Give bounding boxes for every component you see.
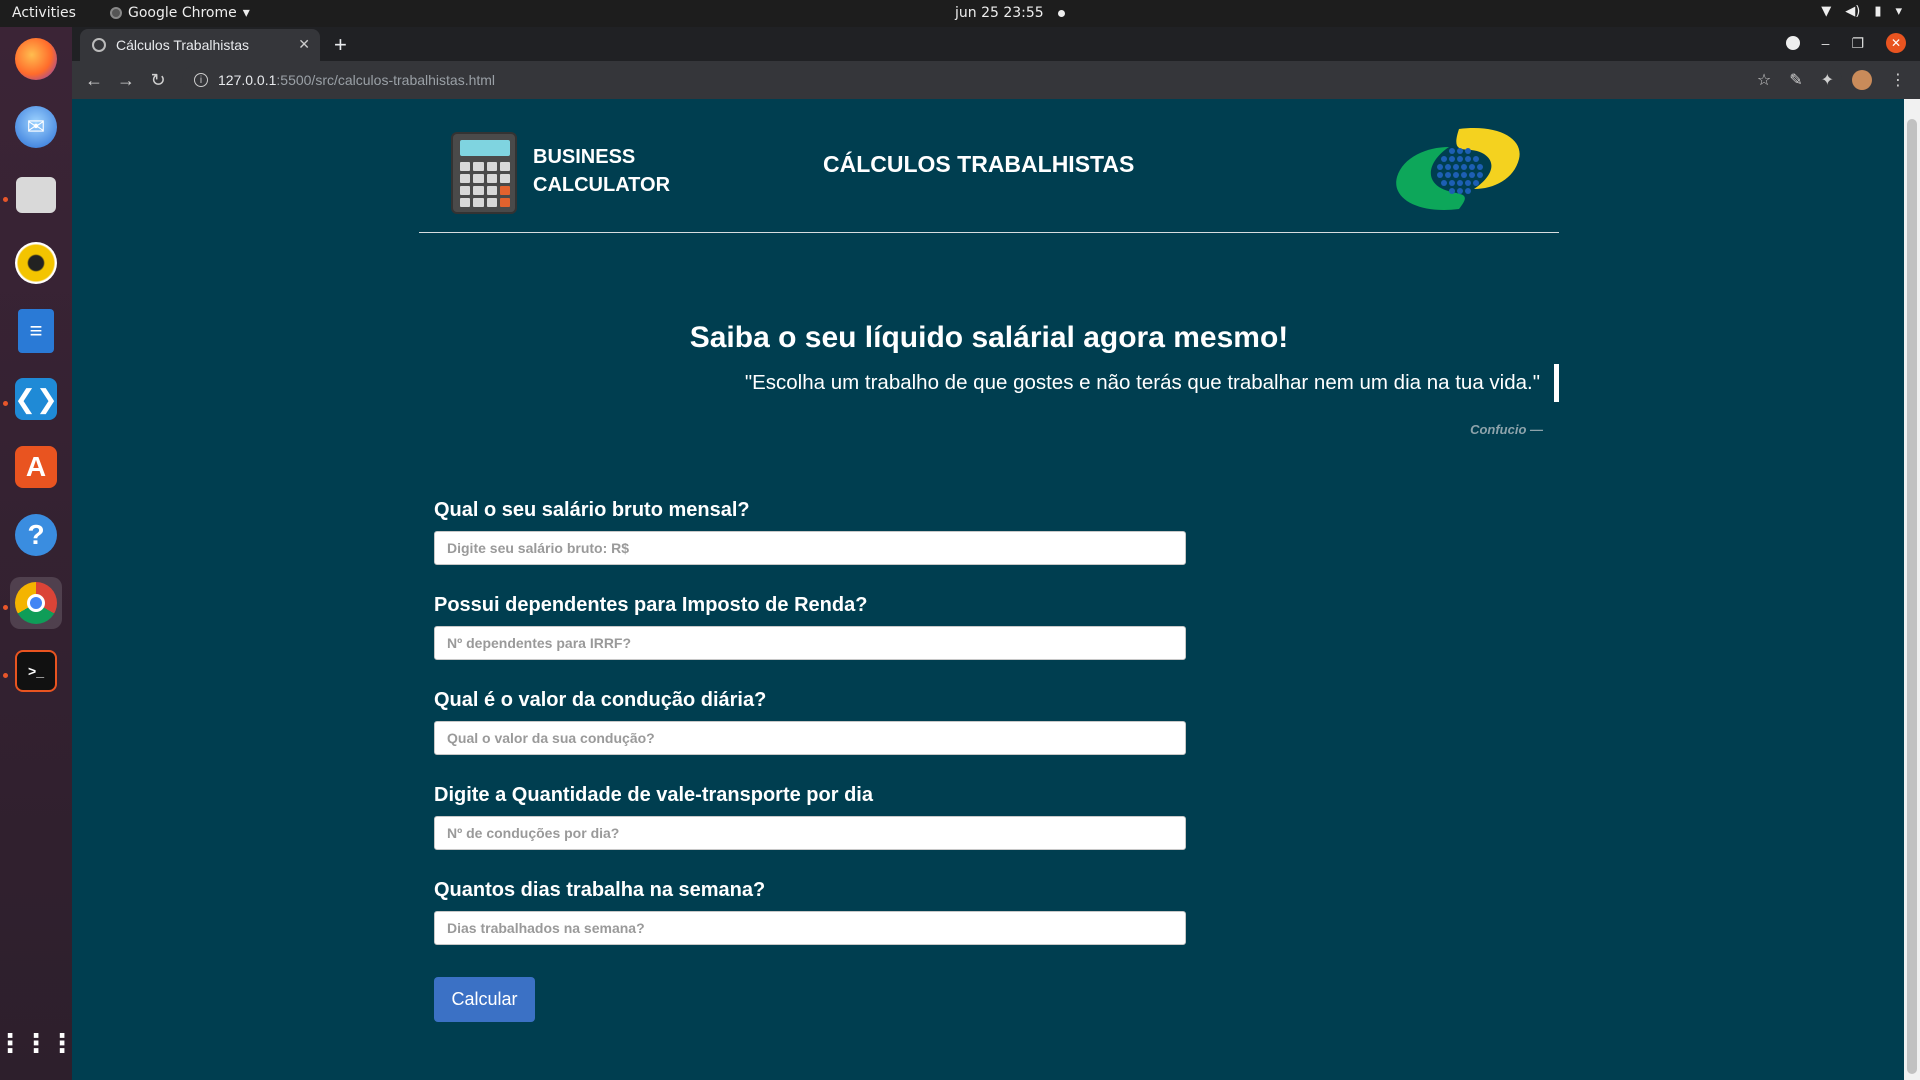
- dock: ✉ ≡ ❮❯ A ? >_ ⋮⋮⋮: [0, 27, 75, 1080]
- tab-title: Cálculos Trabalhistas: [116, 37, 250, 53]
- commute-cost-input[interactable]: [434, 721, 1186, 755]
- caret-down-icon: ▾: [242, 5, 250, 21]
- commute-cost-label: Qual é o valor da condução diária?: [434, 689, 767, 711]
- quote-author: Confucio —: [1470, 422, 1543, 437]
- browser-toolbar: ← → ↻ i 127.0.0.1:5500/src/calculos-trab…: [72, 61, 1920, 99]
- volume-icon: ◀): [1845, 4, 1861, 19]
- tab-close-icon[interactable]: ✕: [298, 36, 310, 53]
- new-tab-button[interactable]: +: [334, 32, 347, 58]
- hero-quote: "Escolha um trabalho de que gostes e não…: [745, 364, 1559, 402]
- battery-icon: ▮: [1874, 4, 1882, 19]
- dock-thunderbird[interactable]: ✉: [10, 101, 62, 153]
- dock-vscode[interactable]: ❮❯: [10, 373, 62, 425]
- system-tray[interactable]: ▼ ◀) ▮ ▾: [1821, 4, 1902, 19]
- calculator-icon: [451, 132, 517, 214]
- running-indicator: [3, 197, 8, 202]
- browser-tab[interactable]: Cálculos Trabalhistas ✕: [80, 29, 320, 61]
- url-host: 127.0.0.1: [218, 72, 277, 88]
- tab-search-icon[interactable]: [1785, 36, 1800, 50]
- clock[interactable]: jun 25 23:55: [955, 5, 1065, 21]
- running-indicator: [3, 401, 8, 406]
- running-indicator: [3, 673, 8, 678]
- window-close-icon[interactable]: ✕: [1886, 33, 1906, 53]
- site-info-icon[interactable]: i: [194, 73, 208, 87]
- brand-line1: BUSINESS: [533, 146, 636, 168]
- window-controls: – ❐ ✕: [1785, 33, 1906, 53]
- forward-arrow-icon[interactable]: →: [110, 70, 142, 91]
- chrome-icon: [15, 582, 57, 624]
- dock-writer[interactable]: ≡: [10, 305, 62, 357]
- app-menu[interactable]: Google Chrome ▾: [110, 5, 250, 21]
- vscode-icon: ❮❯: [14, 378, 58, 420]
- bookmark-star-icon[interactable]: ☆: [1757, 70, 1771, 90]
- minimize-icon[interactable]: –: [1822, 35, 1830, 51]
- transport-vouchers-input[interactable]: [434, 816, 1186, 850]
- brand-line2: CALCULATOR: [533, 174, 671, 196]
- dock-rhythmbox[interactable]: [10, 237, 62, 289]
- url-path: :5500/src/calculos-trabalhistas.html: [276, 72, 496, 88]
- transport-vouchers-label: Digite a Quantidade de vale-transporte p…: [434, 784, 873, 806]
- dock-terminal[interactable]: >_: [10, 645, 62, 697]
- dock-software-center[interactable]: A: [10, 441, 62, 493]
- software-center-icon: A: [15, 446, 57, 488]
- reload-icon[interactable]: ↻: [142, 70, 174, 91]
- system-top-bar: Activities Google Chrome ▾ jun 25 23:55 …: [0, 0, 1920, 27]
- wifi-icon: ▼: [1821, 4, 1832, 19]
- dock-help[interactable]: ?: [10, 509, 62, 561]
- chrome-small-icon: [110, 7, 122, 19]
- help-icon: ?: [15, 514, 57, 556]
- kebab-menu-icon[interactable]: ⋮: [1890, 70, 1906, 90]
- field-dependents: Possui dependentes para Imposto de Renda…: [434, 594, 1186, 660]
- dock-firefox[interactable]: [10, 33, 62, 85]
- app-menu-label: Google Chrome: [128, 5, 237, 21]
- back-arrow-icon[interactable]: ←: [78, 70, 110, 91]
- firefox-icon: [15, 38, 57, 80]
- extension-icon[interactable]: ✎: [1789, 70, 1802, 90]
- toolbar-actions: ☆ ✎ ✦ ⋮: [1757, 70, 1906, 90]
- writer-icon: ≡: [18, 309, 54, 353]
- restore-icon[interactable]: ❐: [1851, 35, 1864, 52]
- browser-tab-strip: Cálculos Trabalhistas ✕ + – ❐ ✕: [72, 27, 1920, 61]
- app-grid-icon: ⋮⋮⋮: [0, 1027, 75, 1058]
- dependents-label: Possui dependentes para Imposto de Renda…: [434, 594, 868, 616]
- clock-label: jun 25 23:55: [955, 5, 1044, 21]
- scrollbar-thumb[interactable]: [1907, 119, 1917, 1074]
- globe-icon: [92, 38, 106, 52]
- brand-name: BUSINESS CALCULATOR: [533, 143, 670, 199]
- hero-heading: Saiba o seu líquido salárial agora mesmo…: [689, 321, 1289, 354]
- thunderbird-icon: ✉: [15, 106, 57, 148]
- puzzle-icon[interactable]: ✦: [1821, 70, 1834, 90]
- work-days-input[interactable]: [434, 911, 1186, 945]
- dock-files[interactable]: [10, 169, 62, 221]
- gross-salary-label: Qual o seu salário bruto mensal?: [434, 499, 750, 521]
- activities-button[interactable]: Activities: [12, 5, 76, 21]
- site-header: BUSINESS CALCULATOR CÁLCULOS TRABALHISTA…: [419, 99, 1559, 233]
- dependents-input[interactable]: [434, 626, 1186, 660]
- field-work-days: Quantos dias trabalha na semana?: [434, 879, 1186, 945]
- field-gross-salary: Qual o seu salário bruto mensal?: [434, 499, 1186, 565]
- profile-avatar[interactable]: [1852, 70, 1872, 90]
- tray-caret-icon: ▾: [1895, 4, 1902, 19]
- terminal-icon: >_: [15, 650, 57, 692]
- notification-dot-icon: [1057, 9, 1065, 17]
- address-bar[interactable]: i 127.0.0.1:5500/src/calculos-trabalhist…: [182, 64, 1842, 96]
- page-scrollbar[interactable]: [1904, 99, 1920, 1080]
- field-transport-vouchers: Digite a Quantidade de vale-transporte p…: [434, 784, 1186, 850]
- running-indicator: [3, 605, 8, 610]
- page-content: BUSINESS CALCULATOR CÁLCULOS TRABALHISTA…: [72, 99, 1904, 1080]
- calculate-button[interactable]: Calcular: [434, 977, 535, 1022]
- dock-show-apps[interactable]: ⋮⋮⋮: [0, 1017, 75, 1069]
- files-icon: [16, 177, 56, 213]
- dock-chrome[interactable]: [10, 577, 62, 629]
- page-title: CÁLCULOS TRABALHISTAS: [823, 151, 1135, 177]
- emblem-logo-icon: [1396, 128, 1520, 210]
- gross-salary-input[interactable]: [434, 531, 1186, 565]
- field-commute-cost: Qual é o valor da condução diária?: [434, 689, 1186, 755]
- work-days-label: Quantos dias trabalha na semana?: [434, 879, 766, 901]
- rhythmbox-icon: [15, 242, 57, 284]
